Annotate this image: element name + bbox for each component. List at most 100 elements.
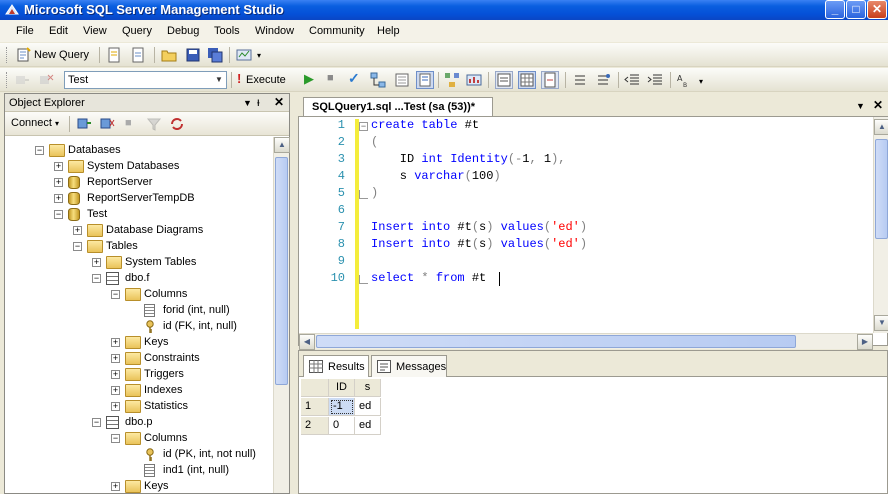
- tree-node[interactable]: − Tables: [5, 239, 273, 255]
- tree-node[interactable]: − Test: [5, 207, 273, 223]
- tree-node[interactable]: + System Tables: [5, 255, 273, 271]
- expand-plus-icon[interactable]: +: [54, 194, 63, 203]
- scroll-up-icon[interactable]: ▲: [274, 137, 290, 153]
- expand-plus-icon[interactable]: +: [73, 226, 82, 235]
- execute-button[interactable]: ! Execute: [236, 71, 298, 89]
- collapse-minus-icon[interactable]: −: [111, 290, 120, 299]
- debug-play-icon[interactable]: ▶: [304, 71, 314, 87]
- tree-node[interactable]: + Database Diagrams: [5, 223, 273, 239]
- tree-node[interactable]: + Constraints: [5, 351, 273, 367]
- uncomment-lines-icon[interactable]: [595, 72, 611, 88]
- tree-scrollbar[interactable]: ▲: [273, 137, 290, 493]
- menu-tools[interactable]: Tools: [214, 25, 240, 37]
- expand-plus-icon[interactable]: +: [111, 402, 120, 411]
- connect-object-icon[interactable]: [76, 116, 92, 132]
- include-plan-icon[interactable]: [444, 72, 460, 88]
- grid-column-header[interactable]: ID: [329, 379, 355, 397]
- scroll-right-icon[interactable]: ▶: [857, 334, 873, 350]
- disconnect-icon[interactable]: [99, 116, 115, 132]
- code-line[interactable]: create table #t: [371, 118, 479, 132]
- expand-plus-icon[interactable]: +: [111, 386, 120, 395]
- tab-list-chevron-icon[interactable]: ▼: [856, 101, 865, 111]
- tree-node[interactable]: + Keys: [5, 335, 273, 351]
- grid-cell[interactable]: ed: [355, 417, 381, 435]
- panel-menu-chevron-icon[interactable]: ▼: [243, 98, 252, 108]
- toolbar-overflow-icon[interactable]: ▾: [699, 77, 703, 86]
- save-all-icon[interactable]: [207, 47, 223, 63]
- chevron-down-icon[interactable]: ▼: [212, 72, 226, 88]
- grid-column-header[interactable]: s: [355, 379, 381, 397]
- comment-lines-icon[interactable]: [572, 72, 588, 88]
- tree-node[interactable]: − dbo.f: [5, 271, 273, 287]
- toolbar-overflow-icon[interactable]: ▾: [257, 51, 261, 60]
- close-tab-icon[interactable]: ✕: [873, 98, 883, 112]
- toolbar-grip[interactable]: [6, 72, 9, 88]
- code-line[interactable]: ID int Identity(-1, 1),: [371, 152, 566, 166]
- tree-node[interactable]: + ReportServerTempDB: [5, 191, 273, 207]
- new-project-icon[interactable]: [130, 47, 146, 63]
- tree-node[interactable]: + Statistics: [5, 399, 273, 415]
- tree-node[interactable]: − Columns: [5, 431, 273, 447]
- grid-cell[interactable]: ed: [355, 398, 381, 416]
- refresh-icon[interactable]: [169, 116, 185, 132]
- grid-cell[interactable]: 0: [329, 417, 355, 435]
- fold-collapse-icon[interactable]: −: [359, 122, 368, 131]
- collapse-minus-icon[interactable]: −: [54, 210, 63, 219]
- grid-corner-cell[interactable]: [301, 379, 329, 397]
- code-area[interactable]: create table #t ( ID int Identity(-1, 1),…: [299, 117, 873, 333]
- tree-node[interactable]: − dbo.p: [5, 415, 273, 431]
- results-to-text-icon[interactable]: [495, 71, 513, 89]
- menu-file[interactable]: File: [16, 25, 34, 37]
- code-line[interactable]: Insert into #t(s) values('ed'): [371, 220, 587, 234]
- scroll-down-icon[interactable]: ▼: [874, 315, 888, 331]
- change-connection-icon[interactable]: [38, 72, 54, 88]
- open-folder-icon[interactable]: [161, 47, 177, 63]
- new-query-button[interactable]: New Query: [14, 45, 94, 65]
- menu-query[interactable]: Query: [122, 25, 152, 37]
- collapse-minus-icon[interactable]: −: [92, 274, 101, 283]
- stop-icon[interactable]: ■: [125, 117, 132, 129]
- code-line[interactable]: (: [371, 135, 378, 149]
- tab-results[interactable]: Results: [303, 355, 369, 377]
- tab-messages[interactable]: Messages: [371, 355, 447, 377]
- query-options-icon[interactable]: [394, 72, 410, 88]
- grid-cell[interactable]: -1: [329, 398, 355, 416]
- code-line[interactable]: s varchar(100): [371, 169, 501, 183]
- save-icon[interactable]: [185, 47, 201, 63]
- activity-monitor-icon[interactable]: [236, 47, 252, 63]
- tree-node[interactable]: − Columns: [5, 287, 273, 303]
- tree-node[interactable]: forid (int, null): [5, 303, 273, 319]
- filter-icon[interactable]: [146, 116, 162, 132]
- scroll-left-icon[interactable]: ◀: [299, 334, 315, 350]
- code-line[interactable]: Insert into #t(s) values('ed'): [371, 237, 587, 251]
- sql-editor[interactable]: 1 2 3 4 5 6 7 8 9 10 create table #t( ID int Iden…: [298, 116, 888, 350]
- expand-plus-icon[interactable]: +: [111, 354, 120, 363]
- expand-plus-icon[interactable]: +: [111, 370, 120, 379]
- tree-node[interactable]: ind1 (int, null): [5, 463, 273, 479]
- intellisense-icon[interactable]: [416, 71, 434, 89]
- editor-hscroll-thumb[interactable]: [316, 335, 796, 348]
- decrease-indent-icon[interactable]: [624, 72, 640, 88]
- connect-dropdown-button[interactable]: Connect ▾: [11, 117, 59, 129]
- grid-row-header[interactable]: 1: [301, 398, 329, 416]
- tree-node[interactable]: + Keys: [5, 479, 273, 494]
- tree-scroll-thumb[interactable]: [275, 157, 288, 385]
- collapse-minus-icon[interactable]: −: [111, 434, 120, 443]
- tree-node[interactable]: id (FK, int, null): [5, 319, 273, 335]
- parse-checkmark-icon[interactable]: ✓: [348, 70, 360, 87]
- tree-node[interactable]: + System Databases: [5, 159, 273, 175]
- code-line[interactable]: select * from #t: [371, 271, 486, 285]
- database-select[interactable]: Test ▼: [64, 71, 227, 89]
- client-statistics-icon[interactable]: [466, 72, 482, 88]
- collapse-minus-icon[interactable]: −: [35, 146, 44, 155]
- toolbar-grip[interactable]: [6, 47, 9, 63]
- connect-icon[interactable]: [14, 72, 30, 88]
- close-panel-icon[interactable]: ✕: [274, 95, 284, 109]
- code-line[interactable]: ): [371, 186, 378, 200]
- expand-plus-icon[interactable]: +: [54, 178, 63, 187]
- tree-node[interactable]: − Databases: [5, 143, 273, 159]
- tree-node[interactable]: + Triggers: [5, 367, 273, 383]
- grid-row-header[interactable]: 2: [301, 417, 329, 435]
- pin-icon[interactable]: ᵻ: [257, 95, 260, 109]
- tree-node[interactable]: id (PK, int, not null): [5, 447, 273, 463]
